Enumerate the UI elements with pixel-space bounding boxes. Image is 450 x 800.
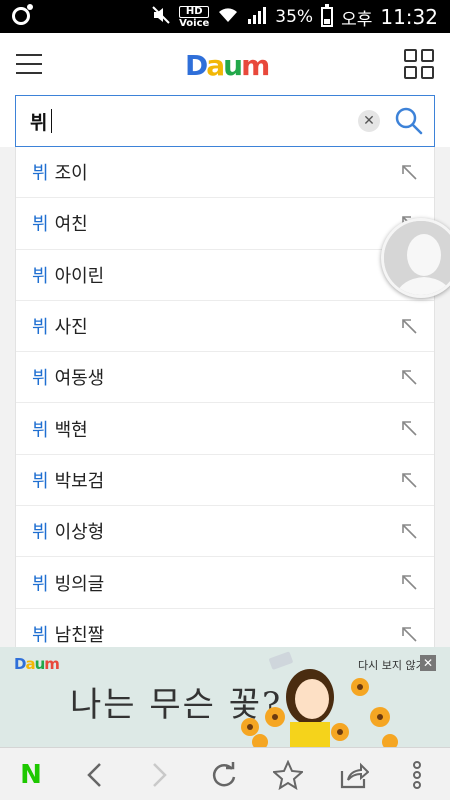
bottom-toolbar: N (0, 747, 450, 800)
fill-query-arrow-icon[interactable] (400, 368, 418, 386)
suggestion-highlight: 뷔 (32, 470, 49, 492)
clear-icon[interactable]: ✕ (358, 110, 380, 132)
suggestion-text: 사진 (54, 317, 88, 339)
fill-query-arrow-icon[interactable] (400, 522, 418, 540)
suggestion-highlight: 뷔 (32, 163, 49, 185)
suggestion-item[interactable]: 뷔 이상형 (16, 506, 434, 558)
person-icon (384, 221, 450, 295)
fill-query-arrow-icon[interactable] (400, 573, 418, 591)
suggestion-item[interactable]: 뷔 여친 (16, 198, 434, 250)
suggestion-highlight: 뷔 (32, 522, 49, 544)
logo-letter: u (223, 49, 243, 82)
ad-dismiss-link[interactable]: 다시 보지 않기 (358, 657, 426, 673)
logo-letter: D (185, 49, 208, 82)
more-options-icon[interactable] (400, 758, 434, 792)
ad-banner[interactable]: Daum 나는 무슨 꽃? 다시 보지 않기 ✕ (0, 647, 450, 747)
mute-icon (151, 5, 171, 29)
suggestion-item[interactable]: 뷔 백현 (16, 403, 434, 455)
search-query: 뷔 (30, 111, 48, 134)
suggestion-text: 빙의글 (54, 573, 105, 595)
signal-icon (247, 6, 267, 28)
battery-percent: 35% (275, 7, 314, 27)
text-caret (51, 109, 53, 133)
fill-query-arrow-icon[interactable] (400, 471, 418, 489)
suggestion-item[interactable]: 뷔 사진 (16, 301, 434, 353)
status-icons: HD Voice 35% 오후 11:32 (151, 4, 438, 30)
app-header: Daum (0, 33, 450, 95)
back-icon[interactable] (78, 758, 112, 792)
suggestion-item[interactable]: 뷔 남친짤 (16, 609, 434, 647)
suggestion-text: 박보검 (54, 470, 105, 492)
search-input[interactable]: 뷔 (30, 106, 53, 136)
forward-icon[interactable] (142, 758, 176, 792)
suggestion-list: 뷔 조이 뷔 여친 뷔 아이린 뷔 사진 뷔 여동생 뷔 백현 뷔 박보검 뷔 이상형 뷔 빙의글 뷔 남친짤 (15, 147, 435, 647)
notification-icon (12, 4, 33, 25)
suggestion-highlight: 뷔 (32, 573, 49, 595)
share-icon[interactable] (337, 758, 371, 792)
suggestion-text: 이상형 (54, 522, 105, 544)
suggestion-highlight: 뷔 (32, 368, 49, 390)
refresh-icon[interactable] (207, 758, 241, 792)
ampm-label: 오후 (341, 9, 373, 30)
suggestion-text: 여동생 (54, 368, 105, 390)
suggestion-item[interactable]: 뷔 조이 (16, 147, 434, 199)
suggestion-item[interactable]: 뷔 여동생 (16, 352, 434, 404)
logo-letter: a (206, 49, 225, 82)
daum-logo[interactable]: Daum (185, 49, 270, 82)
naver-home-button[interactable]: N (14, 758, 48, 792)
battery-icon (321, 4, 334, 27)
suggestion-item[interactable]: 뷔 빙의글 (16, 557, 434, 609)
fill-query-arrow-icon[interactable] (400, 317, 418, 335)
search-area: 뷔 ✕ (0, 95, 450, 147)
fill-query-arrow-icon[interactable] (400, 419, 418, 437)
apps-grid-icon[interactable] (404, 49, 434, 79)
fill-query-arrow-icon[interactable] (400, 625, 418, 643)
clock: 11:32 (380, 5, 438, 29)
search-box: 뷔 ✕ (15, 95, 435, 147)
suggestion-text: 아이린 (54, 265, 105, 287)
suggestion-highlight: 뷔 (32, 624, 49, 646)
search-icon[interactable] (394, 106, 424, 136)
status-bar: HD Voice 35% 오후 11:32 (0, 0, 450, 33)
suggestion-highlight: 뷔 (32, 214, 49, 236)
ad-close-icon[interactable]: ✕ (420, 655, 436, 671)
suggestion-item[interactable]: 뷔 박보검 (16, 455, 434, 507)
wifi-icon (217, 6, 239, 28)
suggestion-highlight: 뷔 (32, 419, 49, 441)
suggestion-highlight: 뷔 (32, 265, 49, 287)
fill-query-arrow-icon[interactable] (400, 163, 418, 181)
naver-logo: N (20, 760, 42, 790)
suggestion-item[interactable]: 뷔 아이린 (16, 250, 434, 301)
logo-letter: m (241, 49, 270, 82)
hd-voice-icon: HD Voice (179, 5, 210, 29)
bookmark-star-icon[interactable] (271, 758, 305, 792)
menu-icon[interactable] (16, 54, 42, 74)
suggestion-text: 조이 (54, 163, 88, 185)
ad-daum-logo: Daum (14, 655, 60, 673)
suggestion-text: 여친 (54, 214, 88, 236)
suggestion-highlight: 뷔 (32, 317, 49, 339)
suggestion-text: 백현 (54, 419, 88, 441)
suggestion-text: 남친짤 (54, 624, 105, 646)
